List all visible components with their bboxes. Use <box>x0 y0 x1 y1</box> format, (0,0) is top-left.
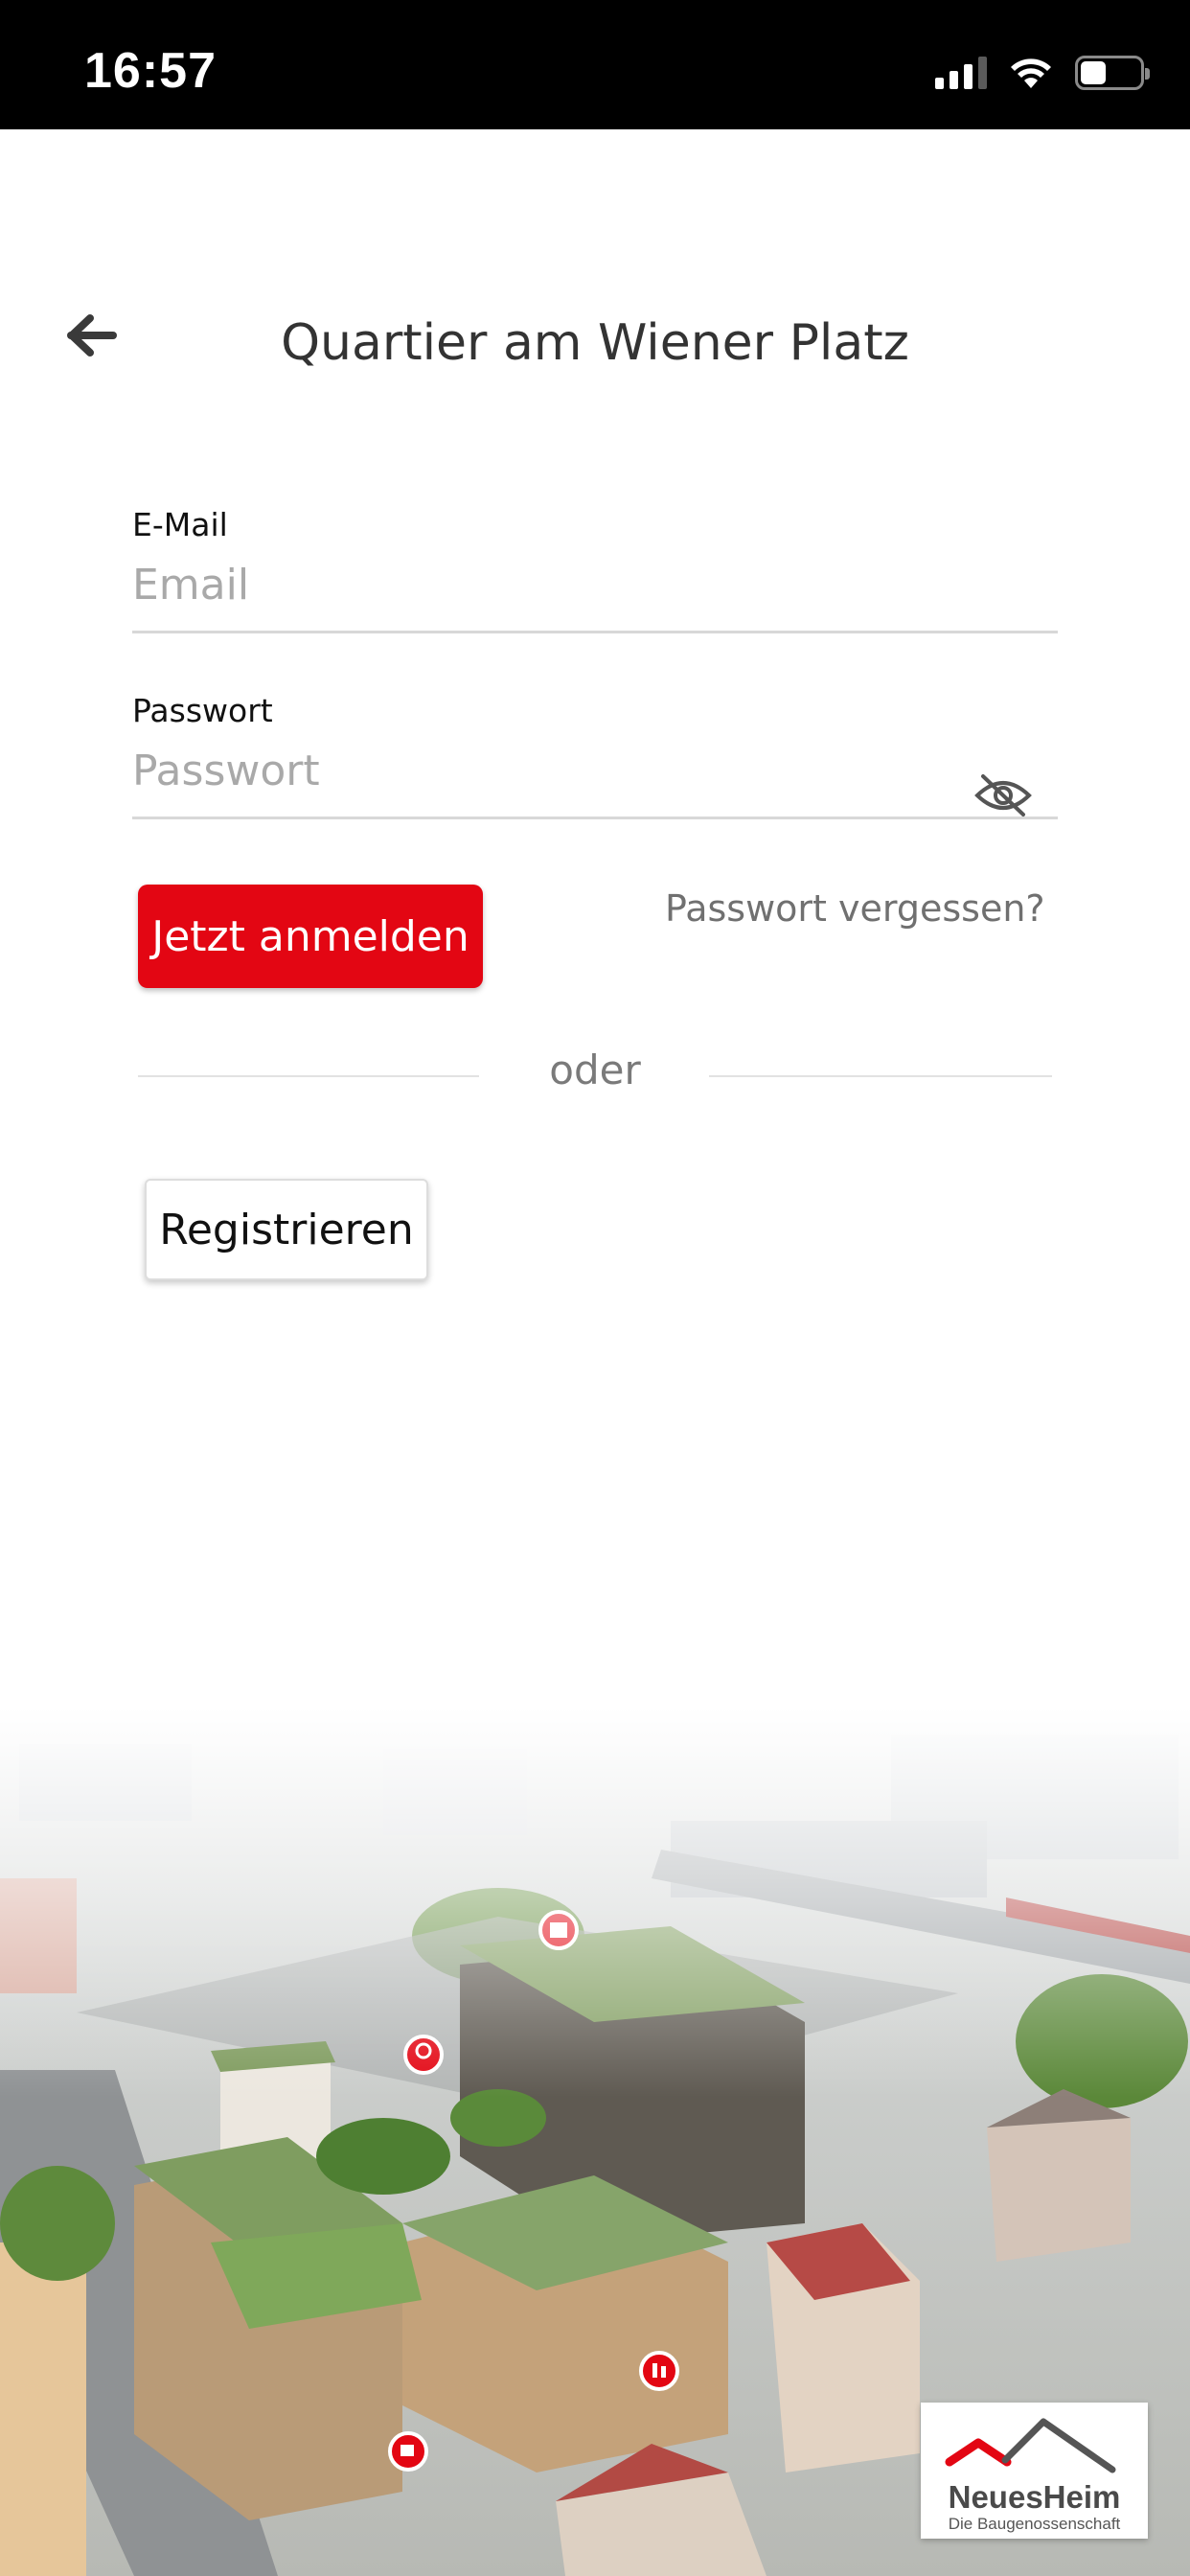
status-bar: 16:57 <box>0 0 1190 129</box>
eye-slash-icon <box>974 774 1032 816</box>
email-input[interactable] <box>132 561 1058 633</box>
register-button[interactable]: Registrieren <box>145 1179 428 1280</box>
logo-subtitle: Die Baugenossenschaft <box>948 2515 1121 2533</box>
forgot-password-link[interactable]: Passwort vergessen? <box>665 887 1045 930</box>
email-label: E-Mail <box>132 506 228 543</box>
neuesheim-logo: NeuesHeim Die Baugenossenschaft <box>921 2403 1148 2539</box>
signal-icon <box>935 57 987 89</box>
battery-icon <box>1075 56 1150 90</box>
wifi-icon <box>1011 58 1051 88</box>
login-button[interactable]: Jetzt anmelden <box>138 885 483 988</box>
status-icons <box>935 52 1150 94</box>
login-screen: 16:57 Quartier am Wiener Platz E-Mail Em… <box>0 0 1190 2576</box>
password-input[interactable] <box>132 747 1058 819</box>
house-roof-logo-icon <box>945 2418 1116 2473</box>
password-label: Passwort <box>132 692 273 729</box>
password-field-group: Passwort <box>132 692 1058 819</box>
email-field-group: E-Mail <box>132 506 1058 633</box>
page-title: Quartier am Wiener Platz <box>281 314 909 372</box>
divider-label: oder <box>549 1046 641 1093</box>
status-time: 16:57 <box>84 43 217 99</box>
logo-name: NeuesHeim <box>948 2479 1121 2515</box>
divider-line-right <box>709 1075 1052 1077</box>
password-visibility-toggle[interactable] <box>970 769 1037 822</box>
